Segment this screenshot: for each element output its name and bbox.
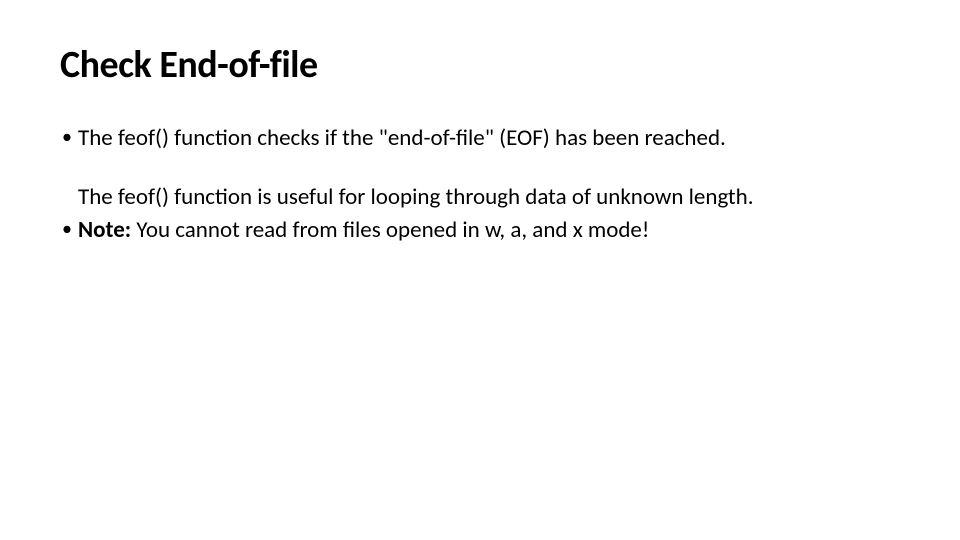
bullet-item-2: • Note: You cannot read from files opene…	[60, 216, 900, 245]
indent-paragraph: The feof() function is useful for loopin…	[60, 183, 900, 212]
slide-content: • The feof() function checks if the "end…	[60, 124, 900, 244]
note-label: Note:	[78, 216, 131, 244]
bullet-2-text: Note: You cannot read from files opened …	[78, 216, 900, 245]
bullet-1-text: The feof() function checks if the "end-o…	[78, 124, 900, 153]
blank-line	[60, 159, 900, 183]
note-text: You cannot read from files opened in w, …	[131, 216, 649, 244]
bullet-item-1: • The feof() function checks if the "end…	[60, 124, 900, 153]
bullet-marker-icon: •	[60, 216, 78, 245]
bullet-marker-icon: •	[60, 124, 78, 153]
slide-title: Check End-of-file	[60, 42, 900, 88]
